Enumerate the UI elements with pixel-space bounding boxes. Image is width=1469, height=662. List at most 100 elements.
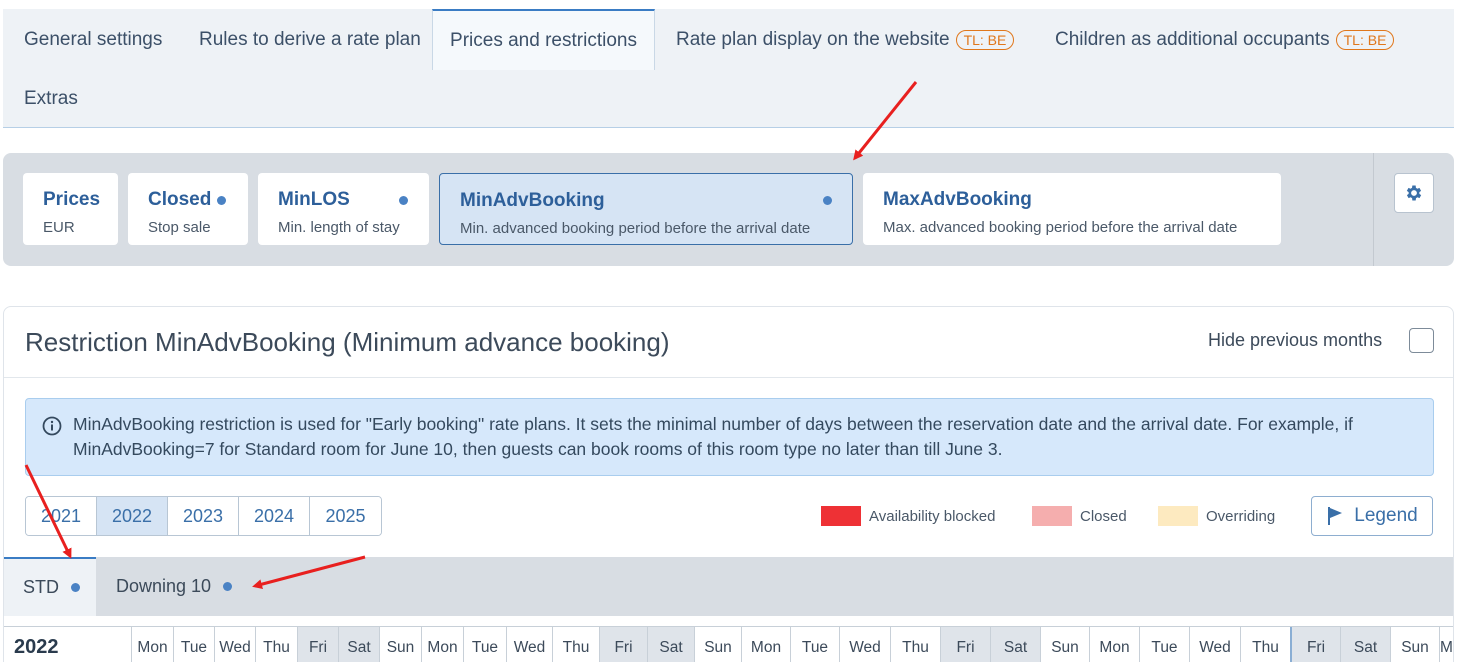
day-header: Mon: [741, 627, 790, 662]
day-header: Sun: [1390, 627, 1439, 662]
tl-badge: TL: BE: [1335, 30, 1395, 50]
status-dot: [217, 196, 226, 205]
legend-label: Overriding: [1206, 507, 1276, 525]
day-header: Thu: [552, 627, 599, 662]
tl-badge: TL: BE: [955, 30, 1015, 50]
legend-button[interactable]: Legend: [1311, 496, 1433, 536]
top-tab-bar: General settings Rules to derive a rate …: [3, 9, 1454, 128]
day-header: Sat: [647, 627, 694, 662]
info-box: MinAdvBooking restriction is used for "E…: [25, 398, 1434, 476]
room-tab-std[interactable]: STD: [4, 557, 96, 616]
room-tab-label: STD: [23, 577, 59, 597]
card-title: Closed: [148, 189, 212, 210]
day-header: Mon: [131, 627, 173, 662]
tab-prices-and-restrictions[interactable]: Prices and restrictions: [432, 9, 655, 70]
legend-swatch: [821, 506, 861, 526]
day-header: Tue: [790, 627, 839, 662]
status-dot: [71, 583, 80, 592]
tab-label: Rate plan display on the website: [676, 29, 950, 50]
legend-label: Availability blocked: [869, 507, 996, 525]
divider: [4, 377, 1453, 378]
card-minlos[interactable]: MinLOS Min. length of stay: [258, 173, 429, 245]
card-subtitle: EUR: [43, 219, 75, 236]
card-subtitle: Min. advanced booking period before the …: [460, 220, 811, 237]
calendar-year: 2022: [14, 636, 59, 658]
year-button[interactable]: 2021: [26, 497, 97, 535]
day-header: Sun: [694, 627, 741, 662]
tab-label: General settings: [24, 29, 163, 50]
divider: [1373, 153, 1374, 266]
year-button[interactable]: 2024: [239, 497, 310, 535]
gear-icon: [1406, 185, 1422, 201]
day-header: Tue: [173, 627, 214, 662]
restriction-section: Restriction MinAdvBooking (Minimum advan…: [3, 306, 1454, 662]
legend-overriding: Overriding: [1158, 506, 1275, 526]
year-button[interactable]: 2025: [310, 497, 381, 535]
tab-extras[interactable]: Extras: [24, 88, 78, 110]
legend-availability-blocked: Availability blocked: [821, 506, 995, 526]
day-header: Thu: [1240, 627, 1290, 662]
card-closed[interactable]: Closed Stop sale: [128, 173, 248, 245]
year-button[interactable]: 2023: [168, 497, 239, 535]
card-subtitle: Max. advanced booking period before the …: [883, 219, 1238, 236]
day-header: Wed: [1189, 627, 1240, 662]
room-tab-bar: STD Downing 10: [4, 557, 1453, 616]
card-title: Prices: [43, 189, 101, 210]
card-title: MaxAdvBooking: [883, 189, 1032, 210]
settings-button[interactable]: [1394, 173, 1434, 213]
legend-closed: Closed: [1032, 506, 1127, 526]
hide-previous-months-label: Hide previous months: [1208, 330, 1383, 350]
card-subtitle: Stop sale: [148, 219, 211, 236]
day-header: Fri: [297, 627, 338, 662]
day-header: Tue: [1139, 627, 1189, 662]
day-header: Thu: [890, 627, 940, 662]
day-header: Sun: [379, 627, 421, 662]
info-text: MinAdvBooking restriction is used for "E…: [73, 414, 1353, 459]
status-dot: [223, 582, 233, 591]
tab-label: Extras: [24, 88, 78, 109]
day-header: Mon: [1089, 627, 1139, 662]
day-header: Tue: [463, 627, 506, 662]
day-header: Mon: [421, 627, 463, 662]
calendar-header: 2022 Mon Tue Wed Thu Fri Sat Sun Mon Tue…: [4, 626, 1453, 662]
tab-children-additional-occupants[interactable]: Children as additional occupants TL: BE: [1055, 29, 1395, 51]
legend-swatch: [1158, 506, 1198, 526]
status-dot: [399, 196, 408, 205]
day-header: Fri: [1290, 627, 1340, 662]
day-header: Fri: [940, 627, 990, 662]
room-tab-downing-10[interactable]: Downing 10: [116, 557, 233, 616]
room-tab-label: Downing 10: [116, 576, 212, 596]
tab-rules-derive-rate-plan[interactable]: Rules to derive a rate plan: [199, 29, 421, 51]
tab-label: Children as additional occupants: [1055, 29, 1330, 50]
day-header: Sun: [1040, 627, 1089, 662]
legend-swatch: [1032, 506, 1072, 526]
day-header: Sat: [338, 627, 379, 662]
card-minadvbooking[interactable]: MinAdvBooking Min. advanced booking peri…: [439, 173, 853, 245]
tab-general-settings[interactable]: General settings: [24, 29, 162, 51]
status-dot: [823, 196, 832, 205]
section-title: Restriction MinAdvBooking (Minimum advan…: [25, 327, 670, 357]
day-header: Sat: [990, 627, 1040, 662]
day-header: Sat: [1340, 627, 1390, 662]
day-header: Thu: [255, 627, 297, 662]
legend-button-label: Legend: [1354, 505, 1418, 526]
card-title: MinAdvBooking: [460, 190, 605, 211]
legend-label: Closed: [1080, 507, 1127, 525]
day-header: Wed: [506, 627, 552, 662]
year-selector: 2021 2022 2023 2024 2025: [25, 496, 382, 536]
tab-label: Prices and restrictions: [450, 29, 637, 51]
card-maxadvbooking[interactable]: MaxAdvBooking Max. advanced booking peri…: [863, 173, 1281, 245]
card-subtitle: Min. length of stay: [278, 219, 400, 236]
day-header: Fri: [599, 627, 647, 662]
restriction-cards-panel: Prices EUR Closed Stop sale MinLOS Min. …: [3, 153, 1454, 266]
hide-previous-months-checkbox[interactable]: [1409, 328, 1434, 353]
day-header: Wed: [839, 627, 890, 662]
year-button-selected[interactable]: 2022: [97, 497, 168, 535]
day-header: M: [1439, 627, 1453, 662]
tab-label: Rules to derive a rate plan: [199, 29, 421, 50]
tab-rate-plan-display[interactable]: Rate plan display on the website TL: BE: [676, 29, 1015, 51]
flag-icon: [1328, 507, 1343, 525]
card-prices[interactable]: Prices EUR: [23, 173, 118, 245]
day-header: Wed: [214, 627, 255, 662]
info-icon: [42, 416, 62, 436]
